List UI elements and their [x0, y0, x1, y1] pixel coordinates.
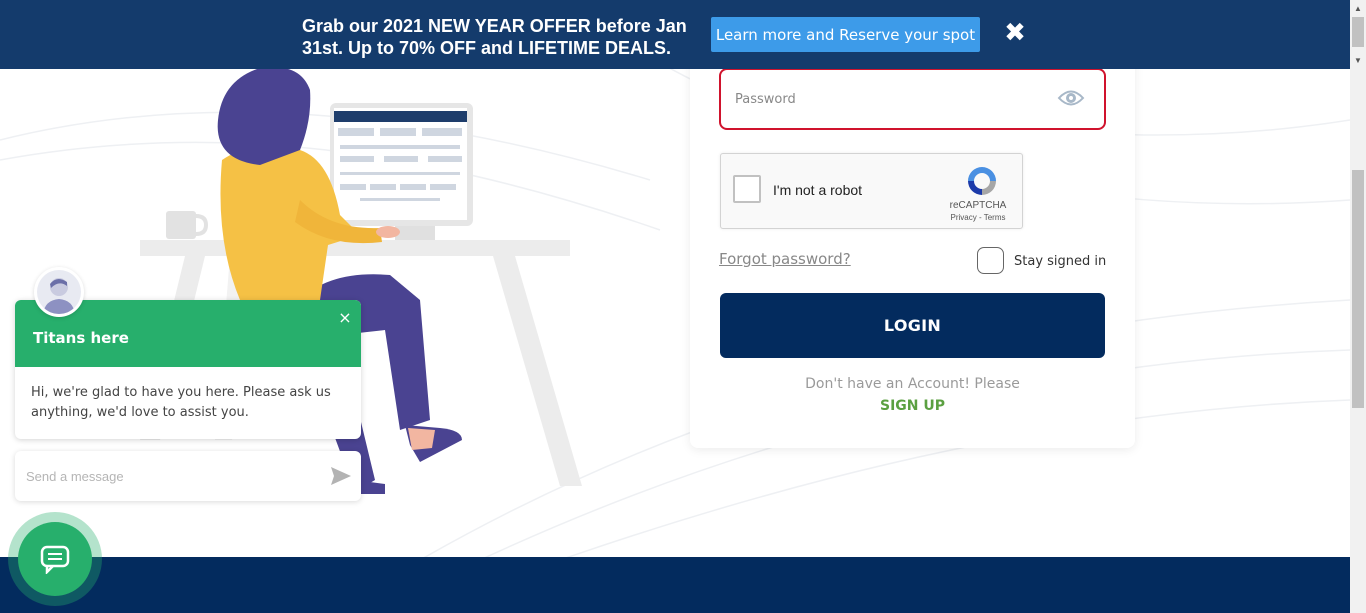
promo-banner: Grab our 2021 NEW YEAR OFFER before Jan … — [0, 0, 1350, 69]
chat-welcome-card: Titans here × Hi, we're glad to have you… — [15, 300, 361, 439]
stay-signed-in-label: Stay signed in — [1014, 254, 1107, 269]
chat-title: Titans here — [33, 329, 129, 347]
avatar — [34, 267, 84, 317]
banner-scroll-thumb[interactable] — [1352, 17, 1364, 47]
recaptcha-privacy-terms-links[interactable]: Privacy - Terms — [939, 213, 1017, 222]
scroll-up-arrow-icon[interactable]: ▲ — [1350, 0, 1366, 17]
promo-banner-text: Grab our 2021 NEW YEAR OFFER before Jan … — [302, 16, 687, 58]
chat-welcome-message: Hi, we're glad to have you here. Please … — [31, 385, 331, 420]
login-page: Grab our 2021 NEW YEAR OFFER before Jan … — [0, 0, 1366, 613]
page-scrollbar[interactable]: ▲ ▼ — [1350, 0, 1366, 613]
no-account-text: Don't have an Account! Please — [805, 376, 1020, 392]
scroll-down-arrow-icon[interactable]: ▼ — [1350, 52, 1366, 69]
chat-close-icon[interactable]: × — [337, 310, 353, 326]
send-icon[interactable] — [330, 465, 352, 487]
password-input[interactable] — [735, 87, 1035, 111]
chat-bubble-icon — [40, 545, 70, 574]
recaptcha-icon — [968, 167, 996, 195]
reserve-spot-button[interactable]: Learn more and Reserve your spot — [711, 17, 980, 52]
chat-launcher-inner — [18, 522, 92, 596]
chat-message-box — [15, 451, 361, 501]
login-button[interactable]: LOGIN — [720, 293, 1105, 358]
password-field[interactable] — [719, 68, 1106, 130]
agent-avatar-icon — [37, 270, 81, 314]
scrollbar-thumb[interactable] — [1352, 170, 1364, 408]
recaptcha-widget: I'm not a robot reCAPTCHA Privacy - Term… — [720, 153, 1023, 229]
forgot-password-link[interactable]: Forgot password? — [719, 250, 851, 268]
stay-signed-in-checkbox[interactable] — [977, 247, 1004, 274]
chat-launcher-button[interactable] — [8, 512, 102, 606]
signup-link[interactable]: SIGN UP — [720, 398, 1105, 414]
close-icon[interactable]: ✖ — [1002, 20, 1028, 46]
recaptcha-label: I'm not a robot — [773, 182, 863, 198]
chat-message-input[interactable] — [26, 465, 316, 487]
eye-icon[interactable] — [1057, 87, 1085, 109]
recaptcha-checkbox[interactable] — [733, 175, 761, 203]
recaptcha-brand: reCAPTCHA — [949, 200, 1007, 211]
footer-band — [0, 557, 1350, 613]
